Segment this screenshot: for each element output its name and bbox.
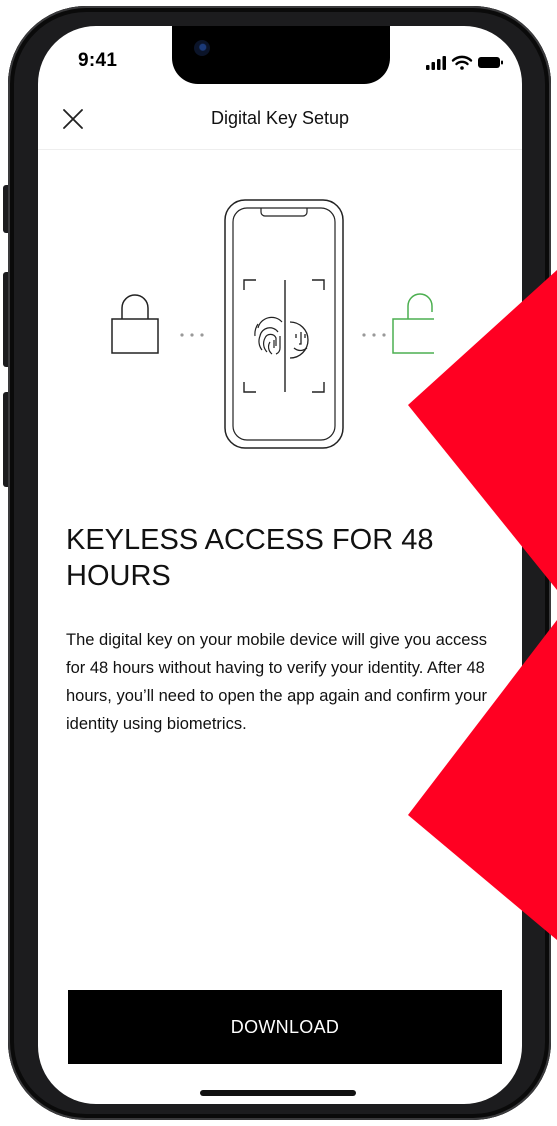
lock-closed-icon [111, 294, 159, 354]
dots-right [362, 333, 386, 337]
header-divider [38, 149, 522, 150]
status-icons [426, 55, 503, 70]
headline: KEYLESS ACCESS FOR 48 HOURS [66, 524, 434, 592]
signal-icon [426, 56, 446, 70]
battery-icon [478, 57, 503, 68]
app-screen: 9:41 Digital Key Setup KEYLESS ACCESS FO… [38, 26, 522, 1104]
fingerprint-icon [254, 316, 283, 355]
face-id-icon [289, 321, 309, 359]
download-button[interactable]: DOWNLOAD [68, 990, 502, 1064]
description-text: The digital key on your mobile device wi… [66, 631, 488, 733]
status-time: 9:41 [78, 50, 118, 71]
device-mockup: 9:41 Digital Key Setup KEYLESS ACCESS FO… [0, 0, 557, 1126]
page-title: Digital Key Setup [210, 108, 350, 128]
dots-left [180, 333, 204, 337]
wifi-icon [451, 55, 473, 70]
lock-open-icon [392, 293, 434, 354]
camera-icon [194, 40, 210, 56]
notch [172, 26, 390, 84]
phone-biometrics-icon [224, 199, 344, 449]
digital-key-illustration [111, 199, 434, 449]
home-indicator [200, 1090, 356, 1096]
